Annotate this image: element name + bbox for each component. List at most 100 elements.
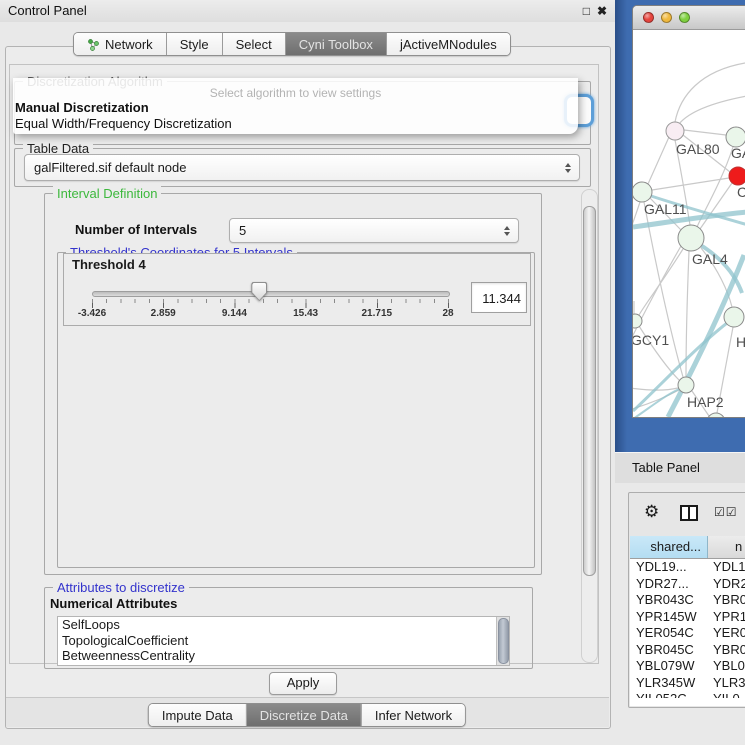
algorithm-option-list: Manual DiscretizationEqual Width/Frequen…: [13, 100, 578, 132]
table-data-combo[interactable]: galFiltered.sif default node: [24, 154, 580, 181]
column-header-name[interactable]: n: [708, 536, 745, 558]
cell-name: YBR0: [708, 592, 745, 609]
top-tab-label: Select: [236, 37, 272, 52]
network-window-titlebar: [633, 6, 745, 30]
cell-name: YPR1: [708, 609, 745, 626]
column-header-shared[interactable]: shared...: [630, 536, 708, 558]
threshold-row: Threshold 4 -3.4262.8599.14415.4321.7152…: [63, 253, 531, 326]
network-node[interactable]: [678, 225, 704, 251]
thresholds-group: Threshold's Coordinates for 5 Intervals …: [57, 252, 535, 568]
combo-stepper-icon: [500, 226, 514, 236]
cell-name: YDR2: [708, 576, 745, 593]
table-row[interactable]: YIL052C YIL0: [630, 691, 745, 698]
top-tab[interactable]: Style: [166, 33, 222, 55]
slider-tick-label: 21.715: [362, 308, 393, 319]
top-tab-label: Cyni Toolbox: [299, 37, 373, 52]
network-node-label: GA: [731, 145, 745, 161]
top-tab[interactable]: jActiveMNodules: [386, 33, 510, 55]
attribute-list-item[interactable]: BetweennessCentrality: [58, 648, 509, 664]
checkbox-icons[interactable]: ☑☑: [714, 505, 738, 519]
slider-tick-labels: -3.4262.8599.14415.4321.71528: [92, 308, 448, 320]
network-node[interactable]: [678, 377, 694, 393]
table-row[interactable]: YBR043C YBR0: [630, 592, 745, 609]
threshold-slider-track[interactable]: [92, 291, 450, 297]
table-data-combo-value: galFiltered.sif default node: [25, 160, 561, 175]
top-tab[interactable]: Select: [222, 33, 285, 55]
network-window: GAL80GACGAL11GAL4GCY1HHAP2: [632, 5, 745, 418]
close-icon[interactable]: ✖: [597, 4, 607, 18]
number-of-intervals-combo[interactable]: 5: [229, 218, 519, 243]
table-panel-titlebar: Table Panel: [615, 452, 745, 483]
bottom-tab[interactable]: Impute Data: [149, 704, 246, 726]
network-node-label: GAL4: [692, 251, 728, 267]
right-region: GAL80GACGAL11GAL4GCY1HHAP2 Table Panel ⚙…: [615, 0, 745, 745]
network-canvas[interactable]: GAL80GACGAL11GAL4GCY1HHAP2: [633, 29, 745, 418]
gear-icon[interactable]: ⚙: [644, 502, 659, 522]
threshold-value-field[interactable]: 11.344: [471, 282, 527, 313]
split-columns-icon[interactable]: [679, 504, 699, 527]
apply-button[interactable]: Apply: [269, 672, 337, 695]
table-row[interactable]: YER054C YER0: [630, 625, 745, 642]
cell-shared-name: YER054C: [630, 625, 708, 642]
network-node-label: C: [737, 184, 745, 200]
attribute-list-item[interactable]: TopologicalCoefficient: [58, 633, 509, 649]
top-tab[interactable]: Cyni Toolbox: [285, 33, 386, 55]
numerical-attributes-list: SelfLoopsTopologicalCoefficientBetweenne…: [57, 616, 510, 666]
table-data-group: Table Data galFiltered.sif default node: [14, 148, 591, 187]
network-node[interactable]: [633, 182, 652, 202]
cell-shared-name: YDR27...: [630, 576, 708, 593]
top-tab[interactable]: Network: [74, 33, 166, 55]
intervals-combo-value: 5: [230, 223, 500, 238]
network-icon: [87, 38, 100, 51]
network-node[interactable]: [666, 122, 684, 140]
slider-tick-label: -3.426: [78, 308, 106, 319]
traffic-light-button[interactable]: [643, 12, 654, 23]
traffic-light-button[interactable]: [679, 12, 690, 23]
group-title: Attributes to discretize: [53, 580, 189, 595]
bottom-tab-label: Infer Network: [375, 708, 452, 723]
attributes-group: Attributes to discretize Numerical Attri…: [44, 587, 533, 669]
table-row[interactable]: YBL079W YBL0: [630, 658, 745, 675]
control-panel-titlebar: Control Panel □ ✖: [0, 0, 615, 22]
attribute-list-item[interactable]: SelfLoops: [58, 617, 509, 633]
table-row[interactable]: YDL19... YDL1: [630, 559, 745, 576]
node-table: shared... n YDL19... YDL1 YDR27... YDR2 …: [630, 536, 745, 706]
table-row[interactable]: YPR145W YPR1: [630, 609, 745, 626]
network-node-label: GAL11: [644, 201, 687, 217]
algorithm-prompt: Select algorithm to view settings: [13, 86, 578, 100]
top-tab-bar: Network Style: [73, 32, 511, 56]
table-row[interactable]: YBR045C YBR0: [630, 642, 745, 659]
numerical-attributes-label: Numerical Attributes: [50, 596, 177, 611]
network-node[interactable]: [724, 307, 744, 327]
cell-shared-name: YIL052C: [630, 691, 708, 698]
network-node[interactable]: [633, 314, 642, 328]
bottom-tab-bar: Impute Data Discretize Data Infer Networ…: [148, 703, 466, 727]
network-node[interactable]: [729, 167, 745, 185]
table-row[interactable]: YDR27... YDR2: [630, 576, 745, 593]
table-panel-title: Table Panel: [632, 453, 700, 483]
combo-stepper-icon: [561, 163, 575, 173]
table-toolbar: ⚙ ☑☑: [629, 493, 745, 535]
table-panel-body: ⚙ ☑☑ shared... n YDL19...: [628, 492, 745, 708]
network-node[interactable]: [707, 413, 725, 418]
network-node-label: HAP2: [687, 394, 724, 410]
cell-name: YDL1: [708, 559, 745, 576]
top-tab-label: jActiveMNodules: [400, 37, 497, 52]
traffic-light-button[interactable]: [661, 12, 672, 23]
cell-shared-name: YDL19...: [630, 559, 708, 576]
network-node[interactable]: [726, 127, 745, 147]
table-row[interactable]: YLR345W YLR3: [630, 675, 745, 692]
algorithm-option[interactable]: Manual Discretization: [13, 100, 578, 116]
network-view-panel: GAL80GACGAL11GAL4GCY1HHAP2: [615, 0, 745, 452]
network-node-label: GCY1: [633, 332, 669, 348]
main-vertical-scrollbar[interactable]: [581, 189, 598, 663]
algorithm-option[interactable]: Equal Width/Frequency Discretization: [13, 116, 578, 132]
algorithm-dropdown-popup: Select algorithm to view settings Manual…: [13, 78, 578, 134]
attributes-list-scrollbar[interactable]: [496, 617, 509, 665]
float-icon[interactable]: □: [583, 4, 590, 18]
bottom-tab-label: Discretize Data: [260, 708, 348, 723]
bottom-tab[interactable]: Infer Network: [361, 704, 465, 726]
slider-tick-label: 28: [442, 308, 453, 319]
cell-shared-name: YBL079W: [630, 658, 708, 675]
bottom-tab[interactable]: Discretize Data: [246, 704, 361, 726]
